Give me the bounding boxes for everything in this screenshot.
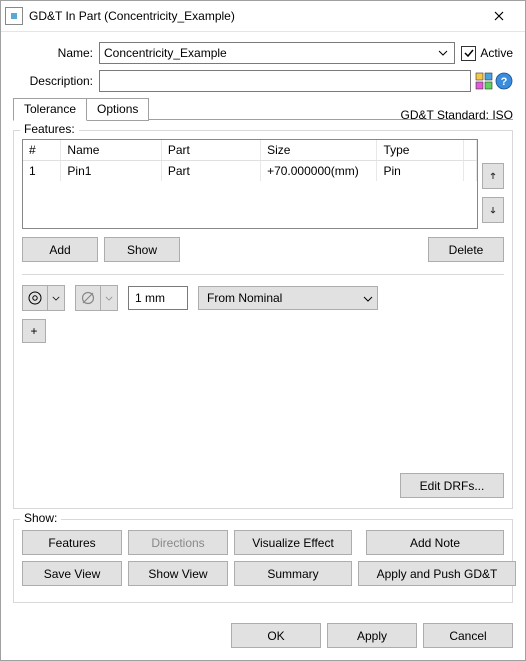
- add-button[interactable]: Add: [22, 237, 98, 262]
- show-button[interactable]: Show: [104, 237, 180, 262]
- svg-text:?: ?: [501, 76, 508, 88]
- cell-num: 1: [23, 161, 61, 182]
- name-label: Name:: [13, 46, 99, 60]
- directions-button: Directions: [128, 530, 228, 555]
- cancel-button[interactable]: Cancel: [423, 623, 513, 648]
- chevron-down-icon[interactable]: [101, 286, 117, 310]
- features-button[interactable]: Features: [22, 530, 122, 555]
- features-legend: Features:: [20, 122, 79, 136]
- chevron-down-icon[interactable]: [48, 286, 64, 310]
- tab-tolerance[interactable]: Tolerance: [13, 98, 87, 121]
- tabs: Tolerance Options GD&T Standard: ISO: [13, 98, 513, 120]
- show-group: Show: Features Directions Visualize Effe…: [13, 519, 513, 603]
- col-num[interactable]: #: [23, 140, 61, 161]
- apply-button[interactable]: Apply: [327, 623, 417, 648]
- cell-type: Pin: [377, 161, 464, 182]
- name-value: Concentricity_Example: [104, 46, 434, 60]
- modifier-select[interactable]: [75, 285, 118, 311]
- checkbox-box: [461, 46, 476, 61]
- standard-label: GD&T Standard: ISO: [401, 108, 514, 122]
- col-name[interactable]: Name: [61, 140, 161, 161]
- visualize-effect-button[interactable]: Visualize Effect: [234, 530, 352, 555]
- save-view-button[interactable]: Save View: [22, 561, 122, 586]
- move-up-button[interactable]: [482, 163, 504, 189]
- features-group: Features: # Name Part Size Type: [13, 130, 513, 509]
- col-size[interactable]: Size: [261, 140, 377, 161]
- origin-combo[interactable]: From Nominal: [198, 286, 378, 310]
- tab-options[interactable]: Options: [87, 98, 149, 121]
- name-combo[interactable]: Concentricity_Example: [99, 42, 455, 64]
- add-note-button[interactable]: Add Note: [366, 530, 504, 555]
- description-input[interactable]: [99, 70, 471, 92]
- diameter-icon: [76, 286, 101, 310]
- grid-colors-icon[interactable]: [475, 72, 493, 90]
- concentricity-icon: [23, 286, 48, 310]
- summary-button[interactable]: Summary: [234, 561, 352, 586]
- edit-drfs-button[interactable]: Edit DRFs...: [400, 473, 504, 498]
- cell-part: Part: [161, 161, 260, 182]
- col-type[interactable]: Type: [377, 140, 464, 161]
- app-icon: [5, 7, 23, 25]
- dialog-footer: OK Apply Cancel: [1, 613, 525, 660]
- window: GD&T In Part (Concentricity_Example) Nam…: [0, 0, 526, 661]
- add-tolerance-button[interactable]: +: [22, 319, 46, 343]
- show-view-button[interactable]: Show View: [128, 561, 228, 586]
- tolerance-value-input[interactable]: 1 mm: [128, 286, 188, 310]
- delete-button[interactable]: Delete: [428, 237, 504, 262]
- chevron-down-icon[interactable]: [363, 291, 373, 305]
- help-icon[interactable]: ?: [495, 72, 513, 90]
- show-legend: Show:: [20, 511, 61, 525]
- move-down-button[interactable]: [482, 197, 504, 223]
- table-row[interactable]: 1 Pin1 Part +70.000000(mm) Pin: [23, 161, 477, 182]
- titlebar: GD&T In Part (Concentricity_Example): [1, 1, 525, 32]
- col-part[interactable]: Part: [161, 140, 260, 161]
- ok-button[interactable]: OK: [231, 623, 321, 648]
- origin-value: From Nominal: [207, 291, 363, 305]
- chevron-down-icon[interactable]: [434, 44, 452, 62]
- col-blank: [464, 140, 477, 161]
- tolerance-symbol-select[interactable]: [22, 285, 65, 311]
- active-label: Active: [480, 46, 513, 60]
- close-icon[interactable]: [479, 2, 519, 30]
- active-checkbox[interactable]: Active: [461, 46, 513, 61]
- window-title: GD&T In Part (Concentricity_Example): [29, 9, 479, 23]
- features-table[interactable]: # Name Part Size Type 1 Pin1: [22, 139, 478, 229]
- description-label: Description:: [13, 74, 99, 88]
- cell-size: +70.000000(mm): [261, 161, 377, 182]
- apply-push-button[interactable]: Apply and Push GD&T: [358, 561, 516, 586]
- cell-name: Pin1: [61, 161, 161, 182]
